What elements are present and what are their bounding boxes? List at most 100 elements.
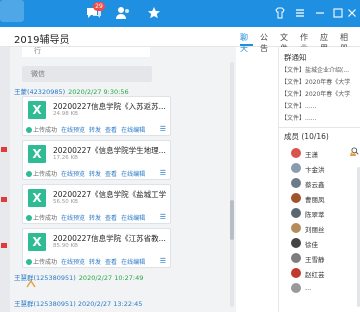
forward-link[interactable]: 转发 [89,215,101,222]
unread-marker [1,243,7,248]
excel-file-icon: X [28,145,46,163]
tab-homework[interactable]: 作业 [300,32,313,53]
group-title: 2019辅导员 [14,35,70,46]
more-menu-icon[interactable]: ☰ [160,169,166,177]
view-link[interactable]: 查看 [105,171,117,178]
excel-file-icon: X [28,189,46,207]
avatar [291,268,301,278]
upload-status: 上传成功 [33,215,58,222]
file-actions: 上传成功 在线预览 转发 查看 在线编辑 ☰ [26,257,168,266]
contacts-icon[interactable] [113,5,133,21]
chat-left-gutter [0,47,10,312]
file-actions: 上传成功 在线预览 转发 查看 在线编辑 ☰ [26,125,168,134]
upload-status: 上传成功 [33,127,58,134]
member-name: 王雪静 [305,256,325,264]
forward-link[interactable]: 转发 [89,259,101,266]
more-menu-icon[interactable]: ☰ [160,213,166,221]
view-link[interactable]: 查看 [105,215,117,222]
previous-message-fragment: 行 [22,47,150,57]
preview-link[interactable]: 在线预览 [61,259,85,266]
unread-marker [1,197,7,202]
space-icon[interactable] [144,5,164,21]
preview-link[interactable]: 在线预览 [61,215,85,222]
member-item[interactable]: 刘丽丝 [279,222,360,235]
file-card[interactable]: X 20200227《信息学院学生地理... 17.26 KB 上传成功 在线预览… [22,140,171,180]
forward-link[interactable]: 转发 [89,127,101,134]
member-name: ... [305,284,312,292]
member-name: 赵红芸 [305,271,325,279]
message-time: 2020/2/27 10:27:49 [78,274,144,282]
member-item[interactable]: 王潇 [279,147,360,160]
tab-apps[interactable]: 应用 [320,32,333,53]
check-icon [26,259,32,265]
notice-item[interactable]: 【文件】...... [281,101,351,110]
check-icon [26,127,32,133]
more-menu-icon[interactable]: ☰ [160,125,166,133]
menu-icon[interactable] [290,5,310,21]
chat-scroll-thumb[interactable] [230,200,234,240]
tab-chat[interactable]: 聊天 [240,32,253,53]
group-side-panel: 群通知 【文件】盐城企业介绍(... 【文件】2020年春《大学... 【文件】… [278,47,360,312]
view-link[interactable]: 查看 [105,259,117,266]
member-item[interactable]: 陈翠萃 [279,207,360,220]
notice-item[interactable]: 【文件】...... [281,113,351,122]
file-card[interactable]: X 20200227信息学院《江苏省教... 85.90 KB 上传成功 在线预览… [22,228,171,268]
member-item[interactable]: 赵红芸 [279,267,360,280]
avatar [291,238,301,248]
message-sender-partial: 王慧群(125380951) 2020/2/27 13:22:45 [14,300,143,308]
member-item[interactable]: ... [279,282,360,295]
file-size: 17.26 KB [53,155,78,161]
preview-link[interactable]: 在线预览 [61,127,85,134]
file-size: 56.50 KB [53,199,78,205]
forward-link[interactable]: 转发 [89,171,101,178]
tab-files[interactable]: 文件 [280,32,293,53]
members-title: 成员 (10/16) [284,132,329,141]
member-name: 刘丽丝 [305,226,325,234]
edit-link[interactable]: 在线编辑 [121,127,145,134]
tab-notice[interactable]: 公告 [260,32,273,53]
avatar [291,148,301,158]
emoji-icon [26,279,36,288]
tab-album[interactable]: 相册 [340,32,353,53]
member-item[interactable]: 王雪静 [279,252,360,265]
file-card[interactable]: X 20200227信息学院《入苏返苏... 24.98 KB 上传成功 在线预览… [22,96,171,136]
close-icon[interactable] [342,5,360,21]
avatar [291,178,301,188]
view-link[interactable]: 查看 [105,127,117,134]
file-size: 24.98 KB [53,111,78,117]
notice-item[interactable]: 【文件】盐城企业介绍(... [281,65,351,74]
unread-badge: 29 [93,2,105,11]
preview-link[interactable]: 在线预览 [61,171,85,178]
member-item[interactable]: 蔡云鑫 [279,177,360,190]
avatar [291,253,301,263]
check-icon [26,215,32,221]
edit-link[interactable]: 在线编辑 [121,215,145,222]
member-item[interactable]: 曹丽凤 [279,192,360,205]
avatar [291,223,301,233]
nav-active-indicator [0,0,24,22]
minimize-icon[interactable] [310,5,330,21]
notice-item[interactable]: 【文件】2020年春《大学... [281,89,351,98]
file-actions: 上传成功 在线预览 转发 查看 在线编辑 ☰ [26,213,168,222]
notice-item[interactable]: 【文件】2020年春《大学... [281,77,351,86]
avatar [291,283,301,293]
unread-marker [1,147,7,152]
member-name: 陈翠萃 [305,211,325,219]
member-item[interactable]: 徐佳 [279,237,360,250]
sender-name[interactable]: 王慧群(125380951) [14,274,76,282]
notice-title: 群通知 [284,53,307,62]
sender-name[interactable]: 王蒙(42320985) [14,88,65,96]
member-name: 卞金洪 [305,166,325,174]
member-item[interactable]: 卞金洪 [279,162,360,175]
upload-status: 上传成功 [33,259,58,266]
file-card[interactable]: X 20200227《信息学院《盐城工学... 56.50 KB 上传成功 在线预… [22,184,171,224]
excel-file-icon: X [28,233,46,251]
file-size: 85.90 KB [53,243,78,249]
file-actions: 上传成功 在线预览 转发 查看 在线编辑 ☰ [26,169,168,178]
edit-link[interactable]: 在线编辑 [121,171,145,178]
chat-scrollbar[interactable] [230,62,234,307]
excel-file-icon: X [28,101,46,119]
skin-icon[interactable] [270,5,290,21]
edit-link[interactable]: 在线编辑 [121,259,145,266]
more-menu-icon[interactable]: ☰ [160,257,166,265]
